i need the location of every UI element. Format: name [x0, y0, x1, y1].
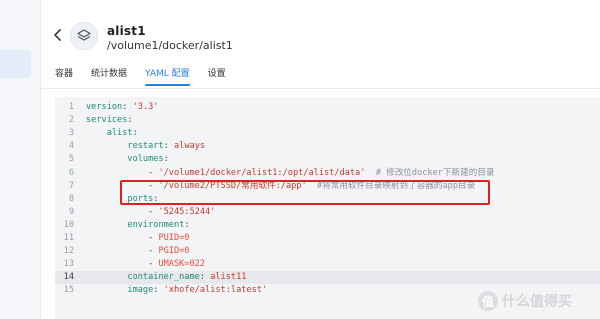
- code-token: image: [127, 285, 154, 296]
- line-number: 1: [68, 102, 74, 112]
- line-number: 3: [68, 128, 74, 139]
- code-line[interactable]: 6 - '/volume1/docker/alist1:/opt/alist/d…: [55, 167, 600, 180]
- code-text: - PGID=0: [86, 245, 189, 258]
- watermark-text: 什么值得买: [502, 294, 572, 310]
- code-token: UMASK=022: [158, 259, 206, 270]
- code-token: :: [163, 154, 169, 165]
- code-token: version: [86, 102, 123, 112]
- tab-container[interactable]: 容器: [55, 68, 73, 86]
- code-token: 'xhofe/alist:latest': [163, 285, 268, 296]
- code-text: - PUID=0: [86, 232, 189, 245]
- code-token: -: [86, 233, 159, 243]
- tab-statistics[interactable]: 统计数据: [91, 68, 127, 86]
- code-token: container_name: [127, 272, 200, 283]
- code-token: alist: [106, 128, 133, 139]
- chevron-left-icon: [54, 29, 61, 41]
- code-text: - UMASK=022: [86, 258, 205, 271]
- watermark-logo-icon: 值: [478, 291, 498, 311]
- code-token: :: [122, 102, 133, 112]
- page-title: alist1: [107, 24, 146, 38]
- code-text: version: '3.3': [86, 101, 158, 114]
- code-token: # 修改位docker下新建的目录: [375, 167, 495, 178]
- line-number: 13: [63, 259, 74, 270]
- code-line[interactable]: 5 volumes:: [55, 153, 600, 166]
- code-token: restart: [127, 141, 164, 152]
- code-token: alist11: [210, 272, 247, 283]
- line-number: 15: [63, 285, 74, 296]
- code-token: environment: [127, 219, 185, 230]
- line-number: 11: [63, 233, 74, 243]
- line-number: 12: [63, 246, 74, 257]
- code-token: services: [86, 115, 128, 126]
- code-token: volumes: [127, 154, 164, 165]
- code-token: '/volume1/docker/alist1:/opt/alist/data': [158, 167, 366, 178]
- code-text: services:: [86, 114, 133, 127]
- code-text: - '5245:5244': [86, 206, 215, 219]
- line-number: 5: [68, 154, 74, 165]
- code-line[interactable]: 1 version: '3.3': [55, 101, 600, 114]
- code-token: '5245:5244': [158, 206, 216, 217]
- code-line[interactable]: 2 services:: [55, 114, 600, 127]
- tab-divider: [41, 88, 600, 89]
- tab-yaml-config[interactable]: YAML 配置: [145, 68, 190, 86]
- code-token: -: [86, 259, 159, 270]
- code-line[interactable]: 9 - '5245:5244': [55, 206, 600, 219]
- code-token: :: [163, 141, 174, 152]
- back-button[interactable]: [52, 26, 64, 44]
- code-text: - '/volume1/docker/alist1:/opt/alist/dat…: [86, 167, 495, 180]
- code-line[interactable]: 14 container_name: alist11: [55, 271, 600, 285]
- code-token: -: [86, 206, 159, 217]
- layers-icon: [77, 29, 91, 41]
- code-line[interactable]: 3 alist:: [55, 127, 600, 140]
- code-line[interactable]: 13 - UMASK=022: [55, 258, 600, 271]
- code-token: -: [86, 246, 159, 257]
- line-number: 2: [68, 115, 74, 126]
- code-token: PUID=0: [158, 233, 190, 243]
- watermark: 值 什么值得买: [478, 291, 572, 311]
- code-token: always: [173, 141, 206, 152]
- line-number: 7: [68, 180, 74, 191]
- code-line[interactable]: 10 environment:: [55, 219, 600, 232]
- line-number: 6: [68, 167, 74, 178]
- line-number: 8: [68, 193, 74, 204]
- code-token: -: [86, 167, 159, 178]
- line-number: 10: [63, 219, 74, 230]
- code-token: :: [132, 128, 138, 139]
- line-number: 14: [63, 272, 74, 283]
- yaml-editor[interactable]: 1 version: '3.3' 2 services: 3 alist: 4 resta…: [55, 97, 600, 319]
- tab-settings[interactable]: 设置: [208, 68, 226, 86]
- code-text: alist:: [86, 127, 138, 140]
- page-subtitle-path: /volume1/docker/alist1: [107, 39, 233, 52]
- left-nav-strip: [0, 0, 41, 319]
- app-avatar: [70, 22, 98, 50]
- code-token: :: [184, 219, 190, 230]
- code-text: container_name: alist11: [86, 271, 246, 284]
- line-number: 4: [68, 141, 74, 152]
- code-text: volumes:: [86, 153, 169, 166]
- tab-bar: 容器 统计数据 YAML 配置 设置: [55, 68, 244, 86]
- code-token: :: [153, 285, 164, 296]
- annotation-highlight-box: [120, 180, 490, 205]
- code-text: environment:: [86, 219, 190, 232]
- code-text: image: 'xhofe/alist:latest': [86, 284, 267, 297]
- code-token: :: [127, 115, 133, 126]
- line-number: 9: [68, 206, 74, 217]
- code-token: '3.3': [132, 102, 159, 112]
- code-token: PGID=0: [158, 246, 190, 257]
- code-line[interactable]: 12 - PGID=0: [55, 245, 600, 258]
- code-line[interactable]: 4 restart: always: [55, 140, 600, 153]
- code-token: :: [199, 272, 211, 283]
- code-line[interactable]: 11 - PUID=0: [55, 232, 600, 245]
- left-nav-selected-item[interactable]: [0, 50, 31, 78]
- code-text: restart: always: [86, 140, 205, 153]
